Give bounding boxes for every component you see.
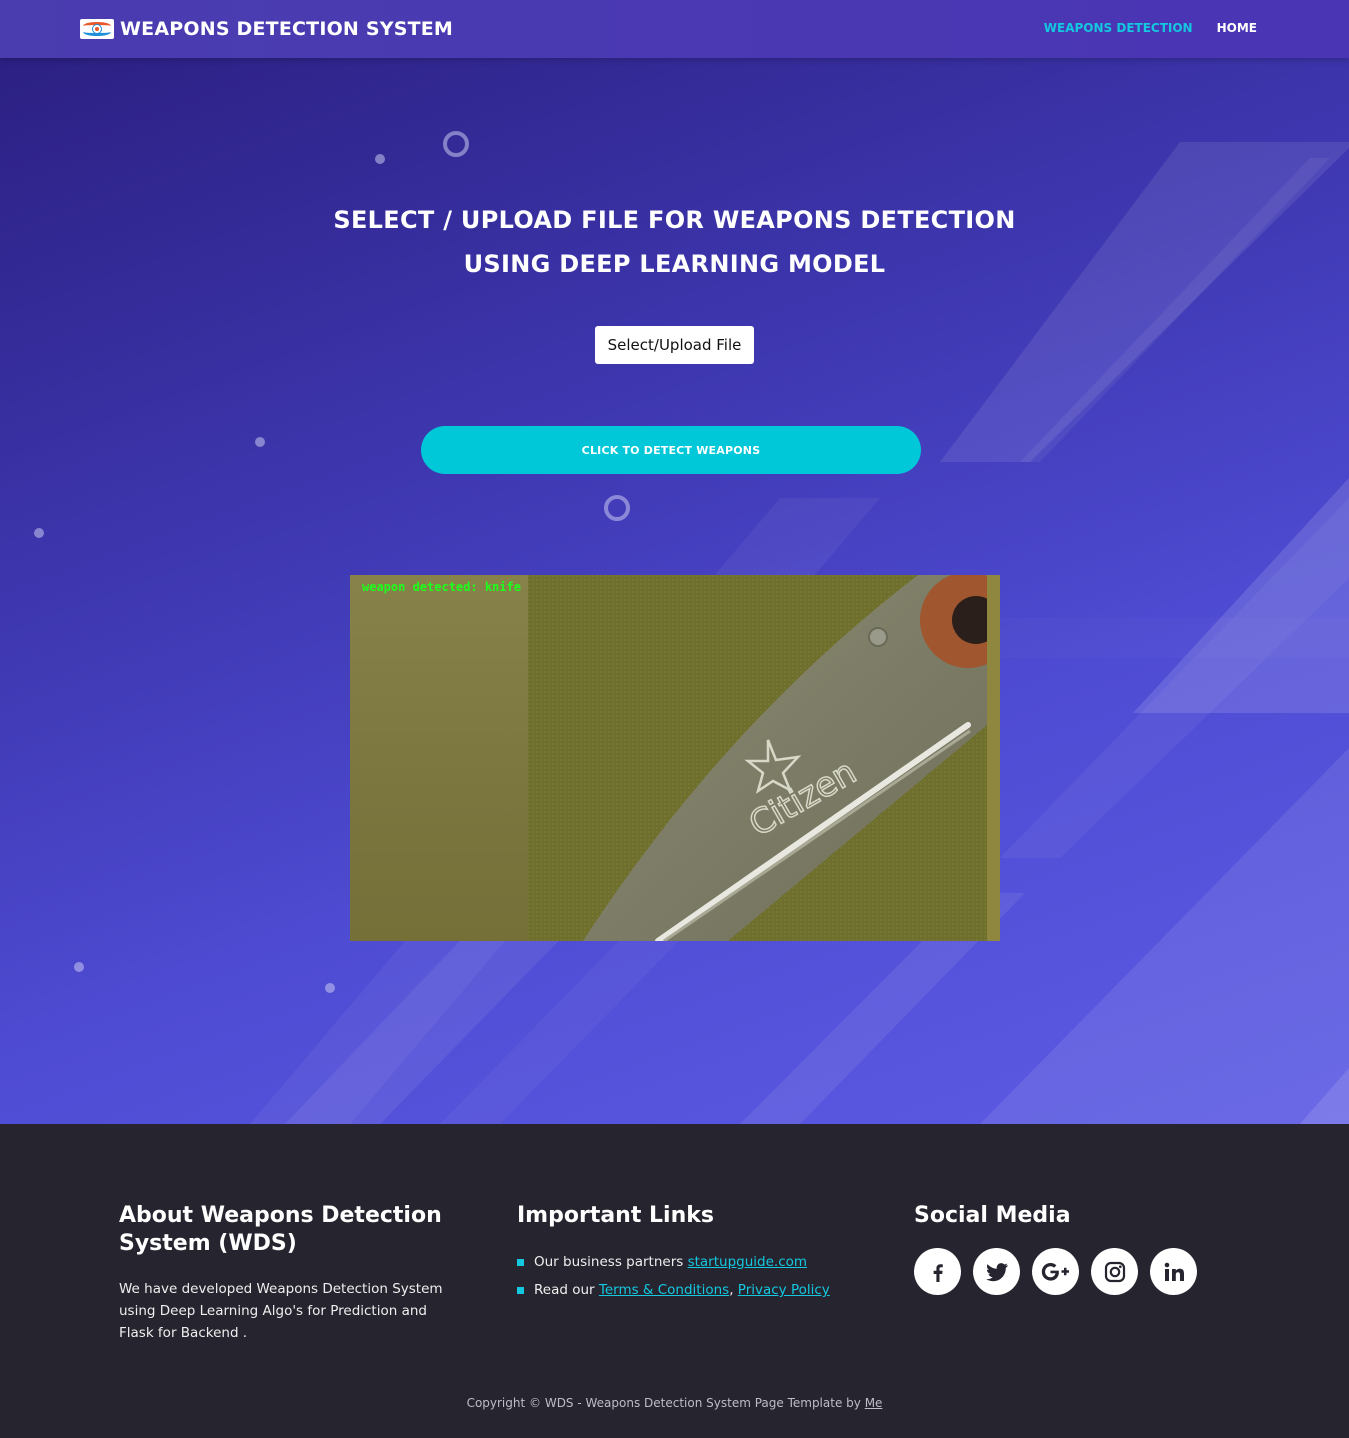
decorative-dot	[34, 528, 44, 538]
detection-label: weapon detected: knife	[362, 580, 521, 594]
hero-section: SELECT / UPLOAD FILE FOR WEAPONS DETECTI…	[0, 58, 1349, 1124]
footer-about: About Weapons Detection System (WDS) We …	[119, 1202, 449, 1344]
image-right-edge	[987, 575, 1000, 941]
separator: ,	[729, 1282, 738, 1298]
decorative-dot	[375, 154, 385, 164]
list-item: Read our Terms & Conditions, Privacy Pol…	[517, 1276, 830, 1304]
linkedin-icon	[1164, 1262, 1184, 1281]
decorative-ring	[604, 495, 630, 521]
decorative-ring	[443, 131, 469, 157]
copyright: Copyright © WDS - Weapons Detection Syst…	[0, 1396, 1349, 1410]
important-links-heading: Important Links	[517, 1203, 714, 1228]
decorative-dot	[325, 983, 335, 993]
navbar: WEAPONS DETECTION SYSTEM WEAPONS DETECTI…	[0, 0, 1349, 58]
list-item-text: Our business partners	[534, 1254, 688, 1270]
footer: About Weapons Detection System (WDS) We …	[0, 1124, 1349, 1438]
knife-photo: Citizen	[528, 575, 987, 941]
twitter-button[interactable]	[973, 1248, 1020, 1295]
facebook-icon	[933, 1263, 943, 1282]
startupguide-link[interactable]: startupguide.com	[688, 1254, 807, 1270]
google-plus-icon	[1041, 1262, 1069, 1281]
facebook-button[interactable]	[914, 1248, 961, 1295]
privacy-policy-link[interactable]: Privacy Policy	[738, 1282, 830, 1298]
hero-title-line2: USING DEEP LEARNING MODEL	[463, 250, 886, 278]
instagram-icon	[1104, 1261, 1125, 1282]
nav-links: WEAPONS DETECTION HOME	[1044, 21, 1257, 35]
eye-logo-icon	[80, 19, 114, 39]
copyright-text: Copyright © WDS - Weapons Detection Syst…	[466, 1396, 865, 1410]
about-text: We have developed Weapons Detection Syst…	[119, 1281, 443, 1341]
list-item: Our business partners startupguide.com	[517, 1248, 830, 1276]
image-left-panel	[350, 575, 528, 941]
knife-illustration: Citizen	[528, 575, 987, 941]
footer-links: Important Links Our business partners st…	[517, 1202, 830, 1304]
select-upload-file-button[interactable]: Select/Upload File	[595, 326, 754, 364]
footer-social: Social Media	[914, 1202, 1197, 1295]
decorative-dot	[74, 962, 84, 972]
social-media-heading: Social Media	[914, 1203, 1071, 1228]
social-buttons	[914, 1248, 1197, 1295]
detect-weapons-button[interactable]: CLICK TO DETECT WEAPONS	[421, 426, 921, 474]
important-links-list: Our business partners startupguide.com R…	[517, 1248, 830, 1304]
brand-title: WEAPONS DETECTION SYSTEM	[120, 18, 454, 40]
list-item-text: Read our	[534, 1282, 599, 1298]
google-plus-button[interactable]	[1032, 1248, 1079, 1295]
nav-link-home[interactable]: HOME	[1217, 21, 1257, 35]
instagram-button[interactable]	[1091, 1248, 1138, 1295]
linkedin-button[interactable]	[1150, 1248, 1197, 1295]
hero-title-line1: SELECT / UPLOAD FILE FOR WEAPONS DETECTI…	[333, 206, 1016, 234]
author-link[interactable]: Me	[865, 1396, 883, 1410]
nav-link-weapons-detection[interactable]: WEAPONS DETECTION	[1044, 21, 1193, 35]
about-heading: About Weapons Detection System (WDS)	[119, 1203, 442, 1256]
terms-link[interactable]: Terms & Conditions	[599, 1282, 729, 1298]
decorative-dot	[255, 437, 265, 447]
detection-result-image: Citizen weapon detected: knife	[350, 575, 1000, 941]
brand-home-link[interactable]: WEAPONS DETECTION SYSTEM	[80, 16, 453, 42]
twitter-icon	[985, 1262, 1008, 1281]
